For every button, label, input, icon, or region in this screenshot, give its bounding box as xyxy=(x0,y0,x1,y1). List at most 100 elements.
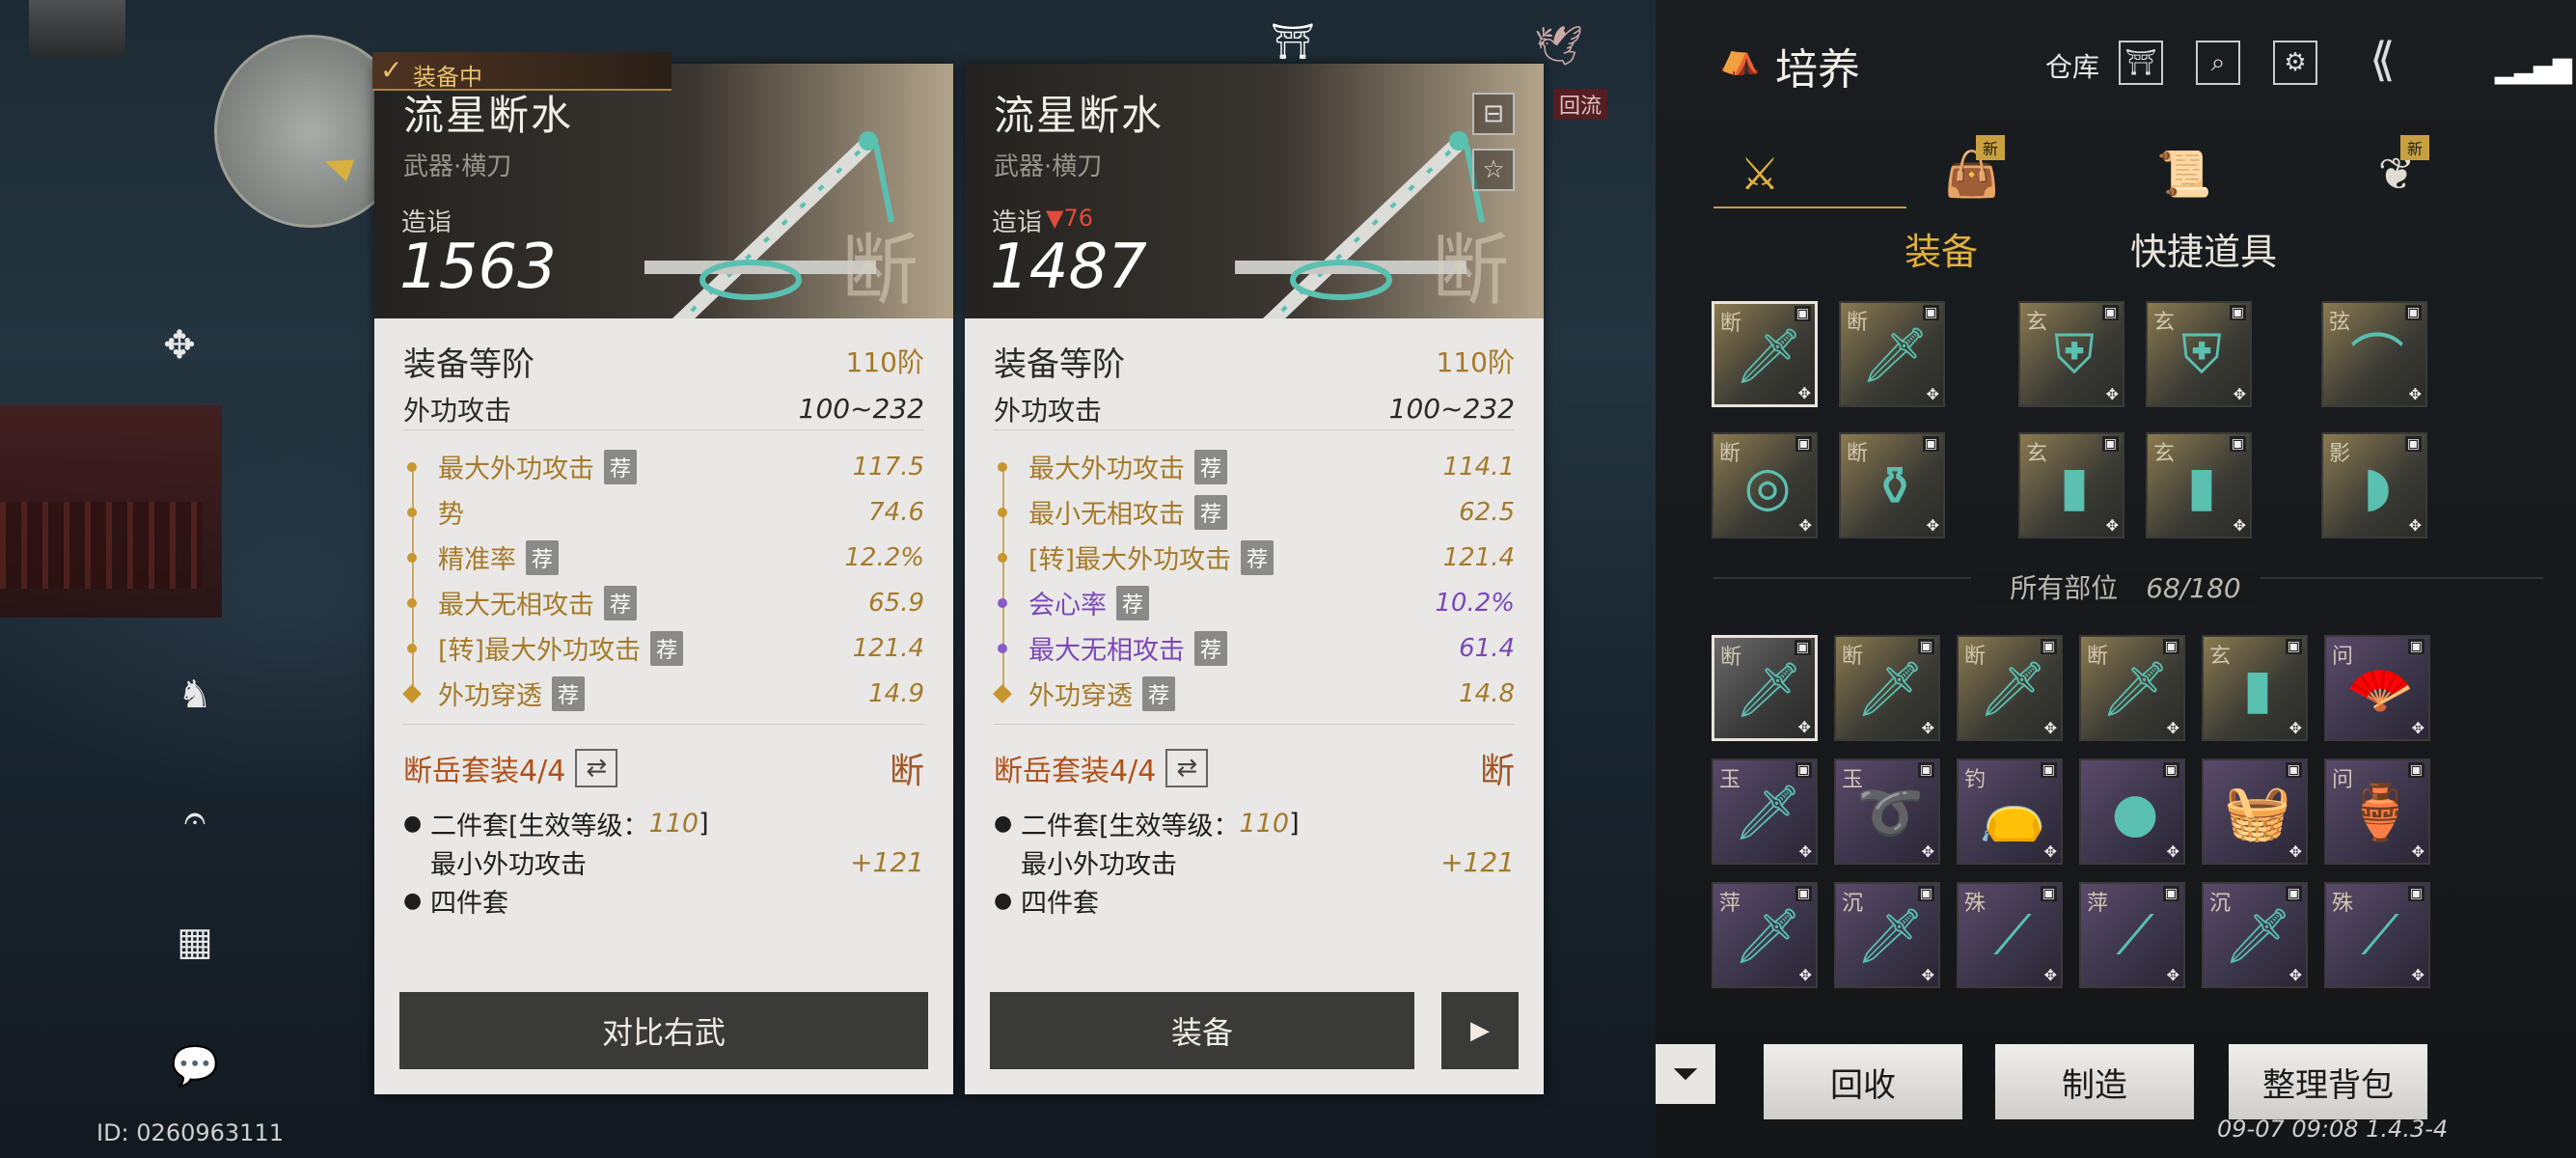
grid-menu-icon[interactable]: ▦ xyxy=(166,913,224,971)
search-icon[interactable]: ⌕ xyxy=(2196,41,2240,85)
lock-icon[interactable]: ⊟ xyxy=(1472,93,1515,135)
lock-icon: ▣ xyxy=(1795,436,1812,452)
item-slot[interactable]: 玉 🗡 ▣ ✥ xyxy=(1712,758,1818,865)
gem-slot-icon: ✥ xyxy=(1797,718,1811,736)
item-slot[interactable]: 玄 ▮ ▣ ✥ xyxy=(2202,635,2308,741)
version-timestamp: 09-07 09:08 1.4.3-4 xyxy=(2217,1116,2449,1143)
recommend-badge: 荐 xyxy=(1194,494,1228,530)
stat-bullet-icon xyxy=(407,552,417,563)
item-slot[interactable]: 玄 ⛨ ▣ ✥ xyxy=(2146,301,2252,407)
signal-icon: ▂▃▅▇ xyxy=(2495,56,2572,85)
panel-title: 培养 xyxy=(1775,45,1860,95)
stat-row: 最大无相攻击荐 65.9 xyxy=(403,580,924,625)
stat-row: 最大外功攻击荐 114.1 xyxy=(994,444,1515,489)
item-slot[interactable]: 断 🗡 ▣ ✥ xyxy=(1834,635,1940,741)
stat-bullet-icon xyxy=(998,552,1007,563)
gem-slot-icon: ✥ xyxy=(2043,966,2057,984)
item-slot[interactable]: 玄 ⛨ ▣ ✥ xyxy=(2018,301,2124,407)
item-name: 流星断水 xyxy=(403,92,574,139)
item-slot[interactable]: 钓 👝 ▣ ✥ xyxy=(1957,758,2063,865)
gem-slot-icon: ✥ xyxy=(2043,842,2057,861)
stat-row: 外功穿透荐 14.8 xyxy=(993,671,1515,716)
tier-value: 110阶 xyxy=(845,346,924,378)
lock-icon: ▣ xyxy=(1922,305,1939,320)
item-slot[interactable]: 殊 ⟋ ▣ ✥ xyxy=(2324,882,2430,988)
lock-icon: ▣ xyxy=(2040,762,2057,778)
item-slot[interactable]: 沉 🗡 ▣ ✥ xyxy=(1834,882,1940,988)
gear-icon[interactable]: ⚙ xyxy=(2273,41,2317,85)
stat-list: 最大外功攻击荐 117.5 势 74.6 精准率荐 12.2% 最大无相攻击荐 65.9 [转]… xyxy=(402,430,924,725)
item-slot[interactable]: 萍 🗡 ▣ ✥ xyxy=(1712,882,1818,988)
gem-slot-icon: ✥ xyxy=(2233,516,2246,535)
item-art-icon: 🏺 xyxy=(2346,782,2414,844)
item-slot[interactable]: ● ▣ ✥ xyxy=(2079,758,2185,865)
item-art-icon: 👝 xyxy=(1979,782,2046,844)
ear-icon[interactable]: 𝄐 xyxy=(166,789,224,847)
star-icon[interactable]: ☆ xyxy=(1472,149,1515,191)
warehouse-icon[interactable]: ⛩ xyxy=(2119,41,2163,85)
lock-icon: ▣ xyxy=(2101,305,2119,320)
sort-bag-button[interactable]: 整理背包 xyxy=(2229,1044,2427,1119)
item-slot[interactable]: 弦 ⌒ ▣ ✥ xyxy=(2321,301,2427,407)
tab-equipment[interactable]: 装备 xyxy=(1905,222,1978,275)
stat-value: 12.2% xyxy=(844,542,924,572)
item-slot[interactable]: 🧺 ▣ ✥ xyxy=(2202,758,2308,865)
effect-label: 最小外功攻击 xyxy=(1021,849,1177,880)
gem-slot-icon: ✥ xyxy=(1797,384,1811,402)
set-bonus-two-effect: 最小外功攻击 +121 xyxy=(994,842,1515,881)
recycle-button[interactable]: 回收 xyxy=(1764,1044,1962,1119)
swap-icon[interactable]: ⇄ xyxy=(1165,749,1209,787)
compass-icon[interactable]: ✥ xyxy=(151,317,208,374)
item-slot[interactable]: 殊 ⟋ ▣ ✥ xyxy=(1957,882,2063,988)
item-slot[interactable]: 断 🗡 ▣ ✥ xyxy=(1957,635,2063,741)
recommend-badge: 荐 xyxy=(1241,539,1274,575)
item-slot[interactable]: 断 🗡 ▣ ✥ xyxy=(1839,301,1945,407)
item-slot[interactable]: 萍 ⟋ ▣ ✥ xyxy=(2079,882,2185,988)
item-type: 武器·横刀 xyxy=(403,152,512,181)
more-arrow-button[interactable]: ▶ xyxy=(1441,992,1519,1069)
item-slot[interactable]: 问 🪭 ▣ ✥ xyxy=(2324,635,2430,741)
equip-button[interactable]: 装备 xyxy=(990,992,1414,1069)
item-slot[interactable]: 断 🗡 ▣ ✥ xyxy=(1712,635,1818,741)
equipped-tag: ✓ 装备中 xyxy=(372,52,671,91)
hat-icon[interactable]: ⛩ xyxy=(1264,21,1322,62)
all-parts-header: 所有部位 68/180 xyxy=(1656,567,2576,606)
cultivate-icon: ⛺ xyxy=(1719,39,1761,77)
compare-right-weapon-button[interactable]: 对比右武 xyxy=(399,992,928,1069)
item-slot[interactable]: 断 🗡 ▣ ✥ xyxy=(2079,635,2185,741)
swap-icon[interactable]: ⇄ xyxy=(575,749,618,787)
weapon-category-icon[interactable]: ⚔ xyxy=(1721,135,1798,212)
back-arrow-icon[interactable]: ⟪ xyxy=(2370,33,2396,87)
item-slot[interactable]: 影 ◗ ▣ ✥ xyxy=(2321,432,2427,538)
item-art-icon: 🪭 xyxy=(2346,658,2414,721)
item-slot[interactable]: 断 🗡 ▣ ✥ xyxy=(1712,301,1818,407)
stat-label: 精准率 xyxy=(438,545,516,575)
gem-slot-icon: ✥ xyxy=(1798,516,1812,535)
item-slot[interactable]: 问 🏺 ▣ ✥ xyxy=(2324,758,2430,865)
inventory-panel: ⛺ 培养 仓库 ⛩ ⌕ ⚙ ⟪ ▂▃▅▇ ⚔ 👜 新 📜 ❦ 新 装备 快捷道具… xyxy=(1656,0,2576,1158)
item-header: 断 ⊟ ☆ 流星断水 武器·横刀 造诣 ▼76 1487 xyxy=(965,64,1544,318)
warehouse-label[interactable]: 仓库 xyxy=(2045,46,2099,85)
chat-icon[interactable]: 💬 xyxy=(166,1036,224,1094)
stat-bullet-icon xyxy=(407,507,417,517)
item-art-icon: 🗡 xyxy=(1734,659,1803,722)
tab-quick-items[interactable]: 快捷道具 xyxy=(2130,222,2277,275)
item-slot[interactable]: 玄 ▮ ▣ ✥ xyxy=(2146,432,2252,538)
item-art-icon: 🗡 xyxy=(1733,905,1802,968)
item-slot[interactable]: 玄 ▮ ▣ ✥ xyxy=(2018,432,2124,538)
item-slot[interactable]: 断 ◎ ▣ ✥ xyxy=(1712,432,1818,538)
item-slot[interactable]: 沉 🗡 ▣ ✥ xyxy=(2202,882,2308,988)
craft-button[interactable]: 制造 xyxy=(1995,1044,2194,1119)
filter-icon[interactable]: ⏷ xyxy=(1656,1044,1715,1104)
check-icon: ✓ xyxy=(380,54,403,86)
set-mark-icon: 断 xyxy=(889,752,924,791)
item-slot[interactable]: 玉 ➰ ▣ ✥ xyxy=(1834,758,1940,865)
player-id: ID: 0260963111 xyxy=(96,1119,284,1146)
item-art-icon: 🗡 xyxy=(1855,905,1925,968)
item-art-icon: ⚱ xyxy=(1872,455,1918,518)
horse-icon[interactable]: ♞ xyxy=(166,666,224,724)
item-slot[interactable]: 断 ⚱ ▣ ✥ xyxy=(1839,432,1945,538)
recommend-badge: 荐 xyxy=(526,539,560,575)
item-art-icon: 🗡 xyxy=(2223,905,2292,968)
scroll-category-icon[interactable]: 📜 xyxy=(2146,135,2223,212)
